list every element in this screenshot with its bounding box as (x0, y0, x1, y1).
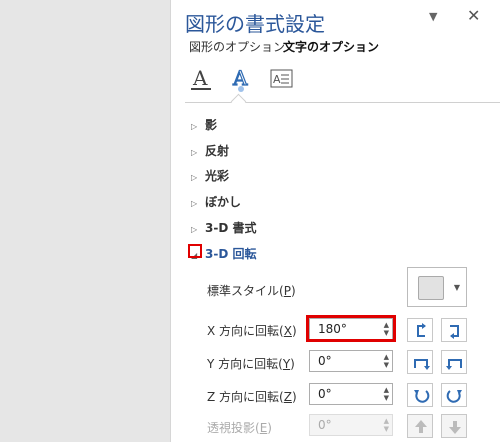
rotate-right-button[interactable] (441, 318, 467, 342)
z-rotation-spinner[interactable]: 0° ▲ ▼ (309, 383, 393, 405)
section-label: 光彩 (205, 169, 230, 183)
section-label: 影 (205, 118, 218, 132)
pane-options-icon[interactable]: ▼ (429, 10, 437, 23)
z-rotation-label: Z 方向に回転(Z) (207, 390, 297, 404)
rotate-clockwise-button[interactable] (441, 383, 467, 407)
tab-shape-options[interactable]: 図形のオプション (189, 38, 285, 55)
pane-title: 図形の書式設定 (185, 12, 325, 36)
x-rotation-highlight (306, 315, 396, 342)
preset-swatch (418, 276, 444, 300)
spinner-arrows-icon[interactable]: ▲ ▼ (384, 353, 389, 369)
section-glow[interactable]: ▷ 光彩 (191, 167, 229, 184)
document-area (0, 0, 170, 442)
textbox-icon[interactable]: A (269, 66, 295, 92)
format-shape-pane: 図形の書式設定 ▼ ✕ 図形のオプション 文字のオプション A A A ▷ 影 ▷… (170, 0, 500, 442)
spinner-arrows-icon[interactable]: ▲ ▼ (384, 386, 389, 402)
presets-dropdown[interactable]: ▼ (407, 267, 467, 307)
section-soft-edges[interactable]: ▷ ぼかし (191, 193, 241, 210)
close-icon[interactable]: ✕ (467, 6, 480, 25)
decrease-perspective-button (441, 414, 467, 438)
y-rotation-spinner[interactable]: 0° ▲ ▼ (309, 350, 393, 372)
chevron-right-icon: ▷ (191, 173, 198, 182)
svg-text:A: A (273, 73, 281, 86)
rotate-counterclockwise-button[interactable] (407, 383, 433, 407)
x-rotation-label: X 方向に回転(X) (207, 324, 297, 338)
tab-text-options[interactable]: 文字のオプション (283, 38, 379, 55)
chevron-right-icon: ▷ (191, 122, 198, 131)
rotate-down-button[interactable] (441, 350, 467, 374)
chevron-right-icon: ▷ (191, 148, 198, 157)
dropdown-arrow-icon: ▼ (453, 283, 460, 292)
rotate-up-button[interactable] (407, 350, 433, 374)
section-label: 3-D 回転 (205, 247, 257, 261)
chevron-right-icon: ▷ (191, 225, 198, 234)
perspective-label: 透視投影(E) (207, 421, 272, 435)
perspective-spinner: 0° ▲ ▼ (309, 414, 393, 436)
expand-arrow-highlight (188, 244, 202, 258)
chevron-right-icon: ▷ (191, 199, 198, 208)
presets-label: 標準スタイル(P) (207, 284, 296, 298)
active-tab-notch (230, 93, 247, 110)
spinner-arrows-icon: ▲ ▼ (383, 417, 389, 433)
section-3d-format[interactable]: ▷ 3-D 書式 (191, 219, 256, 236)
increase-perspective-button (407, 414, 433, 438)
rotate-left-button[interactable] (407, 318, 433, 342)
section-reflection[interactable]: ▷ 反射 (191, 142, 229, 159)
text-effects-icon[interactable]: A (229, 65, 255, 92)
section-shadow[interactable]: ▷ 影 (191, 116, 217, 133)
svg-text:A: A (192, 66, 208, 90)
text-fill-outline-icon[interactable]: A (189, 66, 215, 92)
section-label: ぼかし (205, 195, 242, 209)
section-label: 反射 (205, 144, 230, 158)
y-rotation-label: Y 方向に回転(Y) (207, 357, 295, 371)
section-label: 3-D 書式 (205, 221, 257, 235)
